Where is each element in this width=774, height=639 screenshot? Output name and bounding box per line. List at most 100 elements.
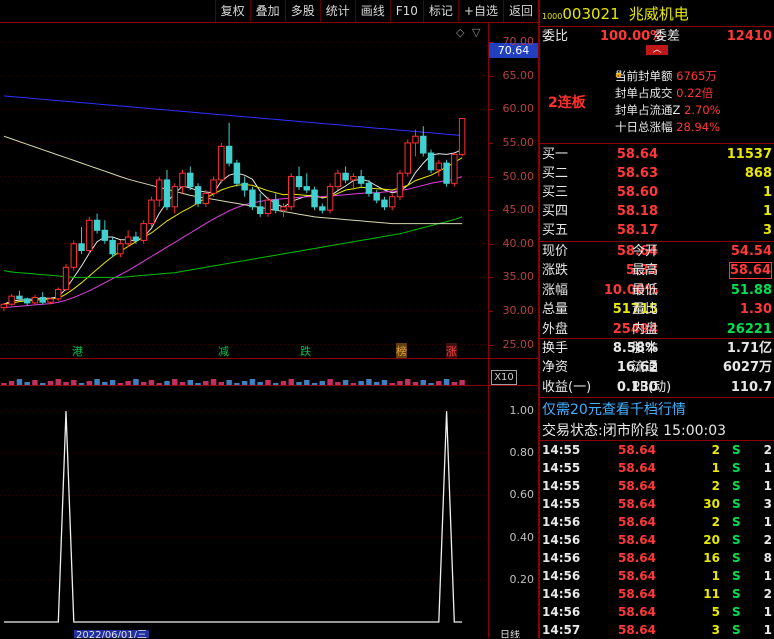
toolbar-button-8[interactable]: 返回 (502, 0, 538, 22)
toolbar-button-7[interactable]: +自选 (457, 0, 503, 22)
promo-link[interactable]: 仅需20元查看千档行情 (542, 399, 686, 419)
price-tick-mark (489, 210, 493, 212)
tick-volume: 2 (711, 479, 720, 493)
toolbar-button-0[interactable]: 复权 (214, 0, 250, 22)
seal-line: 封单占成交 0.22倍 (615, 85, 713, 101)
tick-side: S (732, 569, 741, 583)
quote-label: 涨跌 (542, 263, 569, 279)
indicator-tick-label: 1.00 (509, 404, 535, 418)
candle-body (295, 176, 303, 188)
price-tick-mark (489, 344, 493, 346)
quote-label: 内盘 (632, 321, 659, 337)
candle-body (155, 179, 163, 201)
tick-volume: 3 (711, 623, 720, 637)
date-label: 2022/06/01/三 (74, 630, 150, 638)
candle-body (124, 236, 132, 245)
tick-row: 14:55 58.64 30 S 3 (542, 495, 774, 513)
toolbar-button-5[interactable]: F10 (389, 0, 423, 22)
bid-row[interactable]: 买二 58.63 868 (542, 165, 774, 183)
volume-chart[interactable] (0, 359, 488, 385)
price-tick-label: 35.00 (502, 270, 535, 284)
candle-body (264, 199, 272, 215)
indicator-chart[interactable] (0, 386, 488, 630)
bid-volume: 1 (762, 185, 772, 200)
seal-line-value: 2.70% (680, 103, 721, 117)
toolbar-button-3[interactable]: 统计 (319, 0, 355, 22)
finance-label: 股本 (632, 341, 659, 356)
chevron-down-icon[interactable]: ▽ (472, 26, 480, 39)
candle-body (233, 162, 241, 184)
candle-body (23, 298, 31, 304)
event-tag[interactable]: 跌 (300, 343, 311, 359)
event-tag[interactable]: 港 (72, 343, 83, 359)
tick-count: 1 (763, 605, 772, 619)
diamond-icon[interactable]: ◇ (456, 26, 464, 39)
tick-side: S (732, 623, 741, 637)
tick-row: 14:57 58.64 3 S 1 (542, 621, 774, 639)
quote-row: 涨跌 5.33 最高 58.64 (542, 262, 774, 280)
bid-row[interactable]: 买三 58.60 1 (542, 184, 774, 202)
seal-line: 十日总涨幅 28.94% (615, 119, 720, 135)
candle-body (70, 243, 78, 268)
candle-body (148, 199, 155, 225)
toolbar-button-4[interactable]: 画线 (354, 0, 390, 22)
tick-side: S (732, 461, 741, 475)
finance-row: 净资 16.62 流通 6027万 (542, 359, 774, 377)
price-tick-mark (489, 109, 493, 111)
candle-body (443, 162, 450, 184)
tick-time: 14:56 (542, 605, 581, 619)
panel-separator (538, 0, 540, 638)
collapse-icon[interactable]: ︿ (646, 45, 668, 55)
tick-price: 58.64 (618, 443, 656, 457)
candle-body (404, 142, 411, 174)
toolbar-button-6[interactable]: 标记 (422, 0, 458, 22)
tick-volume: 16 (703, 551, 720, 565)
tick-row: 14:56 58.64 2 S 1 (542, 513, 774, 531)
quote-row: 现价 58.64 今开 54.54 (542, 243, 774, 261)
quote-label: 外盘 (542, 321, 569, 337)
candle-body (194, 186, 202, 204)
tick-count: 2 (763, 533, 772, 547)
ma-line-ma250 (3, 95, 463, 137)
candle-body (357, 176, 365, 184)
stock-code: 003021 (562, 5, 620, 23)
candlestick-chart[interactable] (0, 22, 488, 358)
period-label: 日线 (500, 630, 520, 638)
price-tick-label: 40.00 (502, 236, 535, 250)
event-tag[interactable]: 涨 (446, 343, 457, 359)
finance-row: 收益(一) 0.130 PE(动) 110.7 (542, 379, 774, 397)
tick-price: 58.64 (618, 623, 656, 637)
seal-line-label: 十日总涨幅 (615, 120, 673, 134)
tick-time: 14:55 (542, 461, 581, 475)
seal-line-value: 6765万 (672, 69, 717, 83)
candle-body (272, 199, 279, 211)
bid-row[interactable]: 买五 58.17 3 (542, 222, 774, 240)
quote-value: 54.54 (730, 244, 772, 259)
volume-scale-label: X10 (491, 370, 517, 385)
bid-row[interactable]: 买四 58.18 1 (542, 203, 774, 221)
seal-line-label: 封单占成交 (615, 86, 673, 100)
ma-line-ma5 (3, 149, 463, 305)
tick-price: 58.64 (618, 605, 656, 619)
toolbar-button-1[interactable]: 叠加 (249, 0, 285, 22)
tick-count: 8 (763, 551, 772, 565)
quote-label: 量比 (632, 302, 659, 318)
candle-body (218, 145, 225, 181)
seal-line-value: 0.22倍 (672, 86, 714, 100)
stock-header: 1000003021 兆威机电 (542, 2, 689, 26)
bid-price: 58.64 (616, 147, 658, 162)
date-bar: 2022/06/01/三 日线 (0, 630, 538, 638)
tick-row: 14:56 58.64 20 S 2 (542, 531, 774, 549)
candle-body (350, 176, 357, 181)
toolbar-button-2[interactable]: 多股 (284, 0, 320, 22)
event-tag[interactable]: 榜 (396, 343, 407, 359)
candle-body (163, 179, 171, 208)
tick-count: 1 (763, 623, 772, 637)
tick-count: 1 (763, 461, 772, 475)
event-tag[interactable]: 减 (218, 343, 229, 359)
tick-row: 14:56 58.64 16 S 8 (542, 549, 774, 567)
seal-line-label: 当前封单额 (615, 69, 673, 83)
candle-body (326, 186, 334, 211)
tick-time: 14:56 (542, 515, 581, 529)
bid-row[interactable]: 买一 58.64 11537 (542, 146, 774, 164)
